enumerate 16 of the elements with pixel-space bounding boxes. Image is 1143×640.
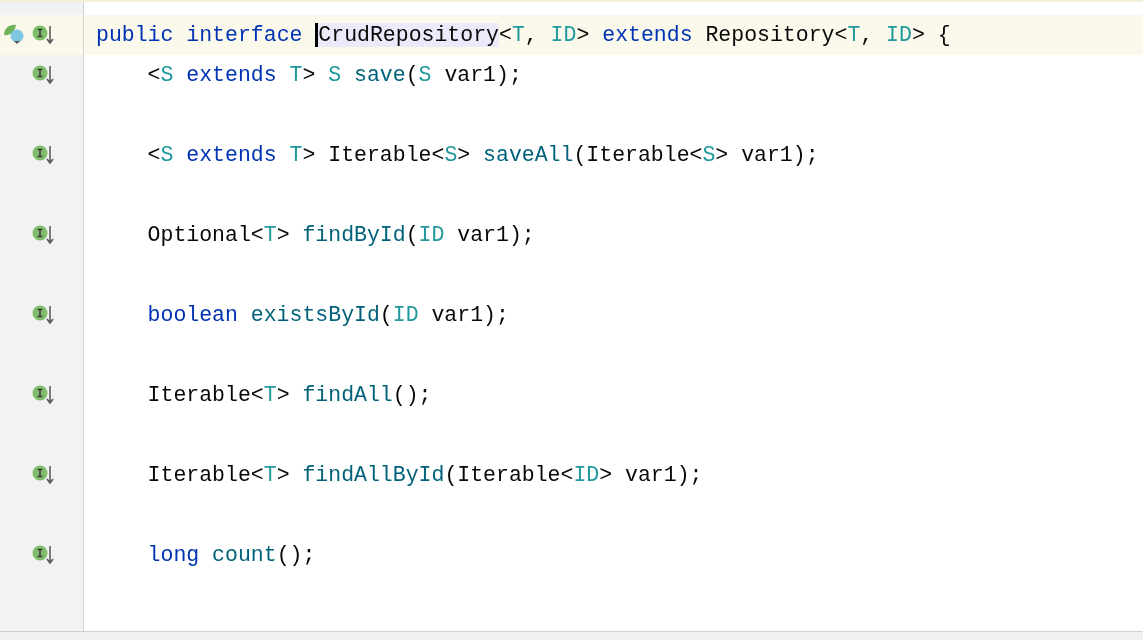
implemented-marker-icon[interactable] bbox=[31, 304, 55, 326]
code-line: Iterable<T> findAllById(Iterable<ID> var1); bbox=[147, 462, 703, 489]
code-line: public interface CrudRepository<T, ID> extends Repository<T, ID> { bbox=[96, 22, 951, 49]
code-line: long count(); bbox=[147, 542, 316, 569]
code-line: Optional<T> findById(ID var1); bbox=[147, 222, 535, 249]
implemented-marker-icon[interactable] bbox=[31, 384, 55, 406]
implemented-marker-icon[interactable] bbox=[31, 64, 55, 86]
implemented-marker-icon[interactable] bbox=[31, 464, 55, 486]
code-line: Iterable<T> findAll(); bbox=[147, 382, 432, 409]
implemented-marker-icon[interactable] bbox=[31, 144, 55, 166]
implemented-marker-icon[interactable] bbox=[31, 544, 55, 566]
implemented-marker-icon[interactable] bbox=[31, 24, 55, 46]
code-line: boolean existsById(ID var1); bbox=[147, 302, 509, 329]
code-line: <S extends T> S save(S var1); bbox=[147, 62, 522, 89]
implemented-marker-icon[interactable] bbox=[31, 224, 55, 246]
code-line: <S extends T> Iterable<S> saveAll(Iterable<S> var1); bbox=[147, 142, 819, 169]
